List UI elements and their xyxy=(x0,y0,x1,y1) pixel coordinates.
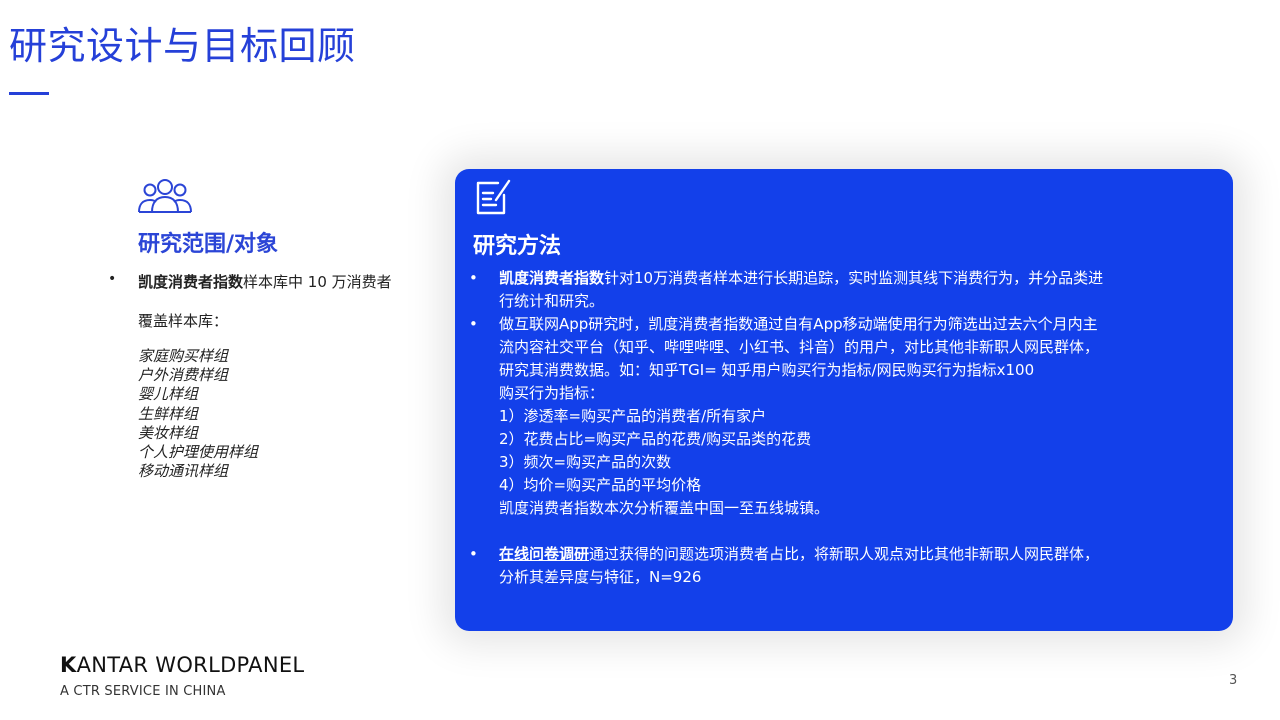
method-paragraph-2: • 做互联网App研究时，凯度消费者指数通过自有App移动端使用行为筛选出过去六… xyxy=(469,315,1100,517)
people-group-icon xyxy=(138,179,192,213)
method-card: 研究方法 • 凯度消费者指数针对10万消费者样本进行长期追踪，实时监测其线下消费… xyxy=(455,169,1233,631)
method-heading: 研究方法 xyxy=(473,234,562,259)
list-item: 生鲜样组 xyxy=(138,404,199,423)
list-item: 家庭购买样组 xyxy=(138,347,229,365)
page-number: 3 xyxy=(1229,673,1238,688)
page-title: 研究设计与目标回顾 xyxy=(9,24,356,68)
scope-bullet: 凯度消费者指数样本库中 10 万消费者 xyxy=(138,273,392,291)
bullet-dot: • xyxy=(469,315,478,333)
list-item: 移动通讯样组 xyxy=(138,462,229,481)
edit-note-icon xyxy=(476,179,511,215)
kantar-logo: KANTAR WORLDPANEL xyxy=(60,653,305,677)
sample-list: 家庭购买样组 户外消费样组 婴儿样组 生鲜样组 美妆样组 个人护理使用样组 移动… xyxy=(138,347,258,481)
bullet-dot: • xyxy=(469,269,478,287)
logo-tagline: A CTR SERVICE IN CHINA xyxy=(60,684,226,699)
method-paragraph-3: • 在线问卷调研通过获得的问题选项消费者占比，将新职人观点对比其他非新职人网民群… xyxy=(469,545,1100,586)
method-body: • 凯度消费者指数针对10万消费者样本进行长期追踪，实时监测其线下消费行为，并分… xyxy=(469,267,1169,589)
list-item: 美妆样组 xyxy=(138,423,199,442)
method-paragraph-1: • 凯度消费者指数针对10万消费者样本进行长期追踪，实时监测其线下消费行为，并分… xyxy=(469,269,1104,310)
list-item: 户外消费样组 xyxy=(138,366,229,385)
list-item: 婴儿样组 xyxy=(138,385,199,404)
bullet-dot: • xyxy=(469,545,478,563)
bullet-dot: • xyxy=(108,271,117,287)
list-item: 个人护理使用样组 xyxy=(138,443,259,462)
scope-heading: 研究范围/对象 xyxy=(138,232,279,257)
title-underline xyxy=(9,92,49,95)
coverage-label: 覆盖样本库： xyxy=(138,312,229,330)
